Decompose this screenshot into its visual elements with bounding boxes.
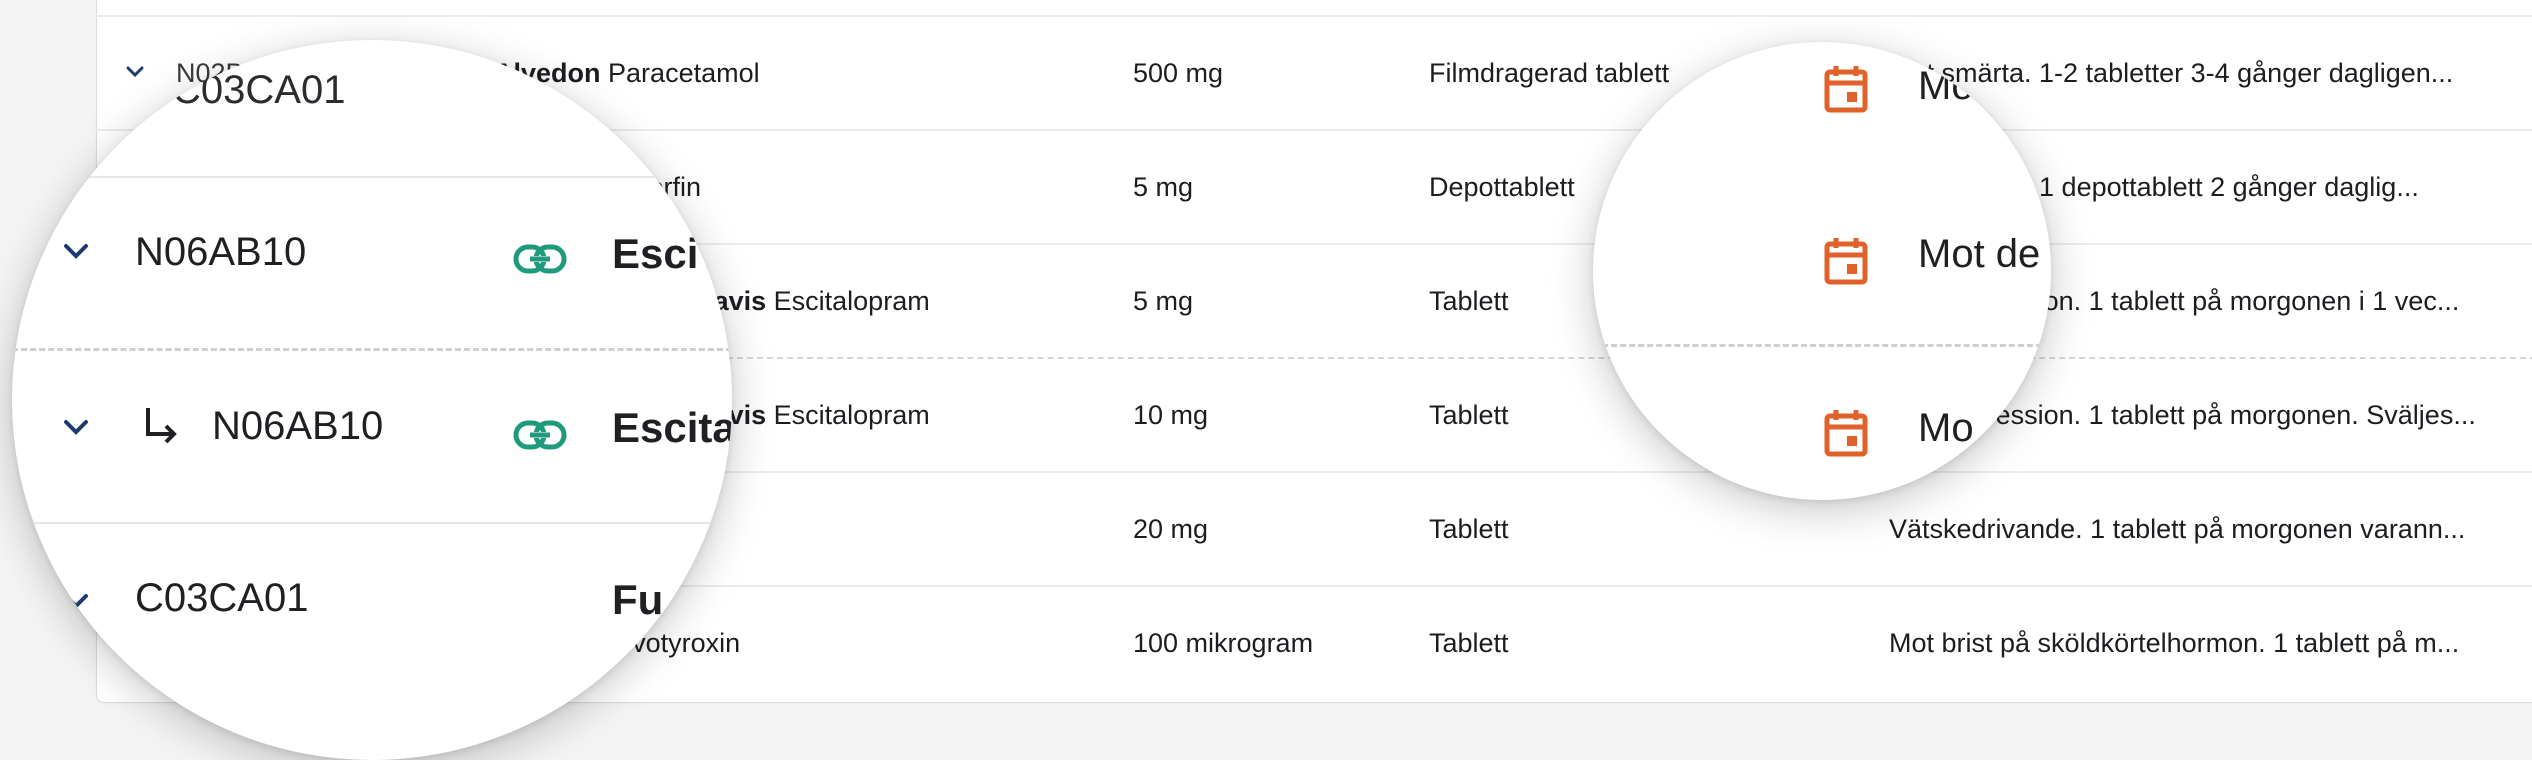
preparation-name: Escita: [612, 404, 732, 451]
instruction-text: Mo: [1918, 406, 1974, 450]
strength: 5 mg: [1133, 172, 1194, 202]
strength: 500 mg: [1133, 58, 1224, 88]
chevron-down-icon[interactable]: [124, 61, 146, 83]
strength: 20 mg: [1133, 514, 1209, 544]
sub-row-arrow-icon: [146, 408, 177, 444]
preparation-name: Fu: [612, 576, 664, 623]
atc-code-partial: C03CA01: [172, 68, 346, 112]
instruction-text: Vätskedrivande. 1 tablett på morgonen va…: [1889, 514, 2466, 544]
link-icon: [513, 420, 567, 450]
strength: 5 mg: [1133, 286, 1194, 316]
dosage-form: Tablett: [1429, 400, 1509, 430]
strength: 10 mg: [1133, 400, 1209, 430]
preparation-substance: Escitalopram: [773, 286, 930, 316]
dosage-form: Tablett: [1429, 514, 1509, 544]
magnifier-left: C03CA01 N06AB10 Esci N06AB10 Escita C03C…: [12, 40, 732, 760]
preparation-name: Esci: [612, 230, 699, 277]
atc-code: N06AB10: [135, 230, 307, 274]
preparation-substance: Escitalopram: [773, 400, 930, 430]
strength: 100 mikrogram: [1133, 628, 1314, 658]
atc-code: C03CA01: [135, 576, 309, 620]
chevron-down-icon[interactable]: [62, 416, 90, 438]
chevron-down-icon[interactable]: [62, 590, 90, 612]
calendar-icon: [1824, 66, 1868, 113]
preparation-substance: Paracetamol: [608, 58, 760, 88]
dosage-form: Tablett: [1429, 628, 1509, 658]
instruction-text: Mo: [1918, 64, 1974, 108]
instruction-text: Mot de: [1918, 232, 2041, 276]
dosage-form: Filmdragerad tablett: [1429, 58, 1670, 88]
calendar-icon: [1824, 410, 1868, 457]
calendar-icon: [1824, 238, 1868, 285]
chevron-down-icon[interactable]: [62, 240, 90, 262]
atc-code: N06AB10: [212, 404, 384, 448]
instruction-text: Mot brist på sköldkörtelhormon. 1 tablet…: [1889, 628, 2460, 658]
dosage-form: Depottablett: [1429, 172, 1575, 202]
dosage-form: Tablett: [1429, 286, 1509, 316]
magnifier-right: Mo Mot de Mo: [1593, 42, 2051, 500]
link-icon: [513, 244, 567, 274]
